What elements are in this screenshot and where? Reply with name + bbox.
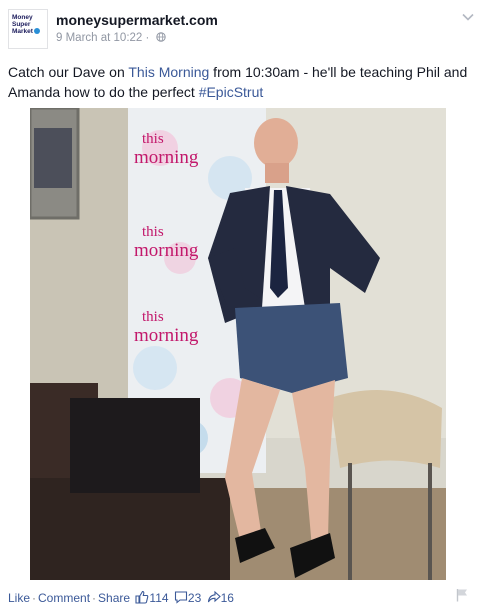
photo-illustration: this morning this morning this morning <box>30 108 446 580</box>
this-morning-link[interactable]: This Morning <box>128 64 209 80</box>
globe-icon[interactable] <box>155 32 166 42</box>
flag-icon[interactable] <box>455 588 469 602</box>
post-meta: 9 March at 10:22 · <box>56 32 166 44</box>
post-message: Catch our Dave on This Morning from 10:3… <box>8 62 470 102</box>
banner-text-morning-2: morning <box>134 240 199 261</box>
comments-count-text: 23 <box>187 591 202 605</box>
banner-text-this-2: this <box>142 224 164 240</box>
hashtag-link[interactable]: #EpicStrut <box>199 84 264 100</box>
thumbs-up-icon <box>135 590 149 604</box>
logo-dot-icon <box>33 28 40 35</box>
banner-text-this-3: this <box>142 309 164 325</box>
separator: · <box>32 591 37 605</box>
shares-count-text: 16 <box>220 591 234 605</box>
banner-text-morning-1: morning <box>134 147 199 168</box>
shares-count[interactable]: 16 <box>207 590 234 605</box>
logo-line-2: Super <box>12 21 31 28</box>
post-photo[interactable]: this morning this morning this morning <box>30 108 446 580</box>
separator: · <box>92 591 97 605</box>
page-name-link[interactable]: moneysupermarket.com <box>56 12 218 28</box>
likes-count[interactable]: 114 <box>135 590 171 605</box>
share-button[interactable]: Share <box>98 591 130 605</box>
likes-count-text: 114 <box>149 591 169 605</box>
meta-separator: · <box>145 32 150 44</box>
post-actions: Like · Comment · Share 114 23 16 <box>8 590 234 605</box>
chevron-down-icon[interactable] <box>461 10 475 24</box>
banner-text-morning-3: morning <box>134 325 199 346</box>
page-avatar[interactable]: Money Super Market <box>8 9 48 49</box>
comment-icon <box>174 591 187 604</box>
facebook-post: Money Super Market moneysupermarket.com … <box>0 0 483 613</box>
banner-text-this-1: this <box>142 131 164 147</box>
message-text-1: Catch our Dave on <box>8 64 129 80</box>
post-timestamp[interactable]: 9 March at 10:22 <box>56 32 142 44</box>
comment-button[interactable]: Comment <box>38 591 90 605</box>
like-button[interactable]: Like <box>8 591 30 605</box>
logo-line-3: Market <box>12 28 33 35</box>
comments-count[interactable]: 23 <box>174 591 205 605</box>
logo-line-1: Money <box>12 14 33 21</box>
share-icon <box>207 590 221 603</box>
